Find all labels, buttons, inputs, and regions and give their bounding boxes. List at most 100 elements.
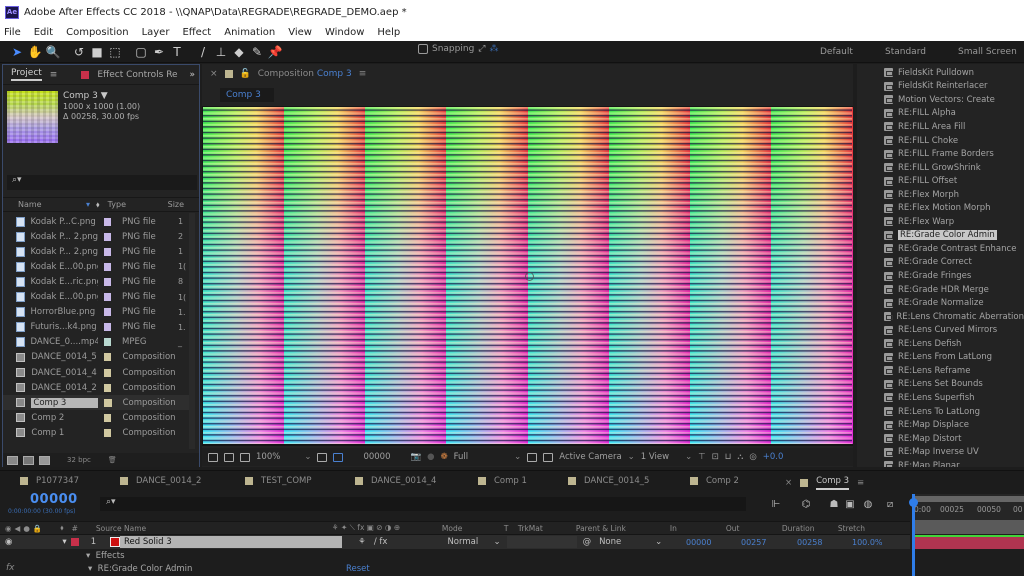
menu-effect[interactable]: Effect — [182, 27, 211, 38]
label-color-swatch[interactable] — [104, 353, 112, 362]
anchor-point-icon[interactable] — [525, 272, 534, 281]
workspace-small-screen[interactable]: Small Screen — [958, 47, 1017, 57]
effect-preset-item[interactable]: RE:Grade Color Admin — [857, 229, 1024, 243]
effect-preset-item[interactable]: FieldsKit Reinterlacer — [857, 80, 1024, 94]
tab-dance-0014-4[interactable]: DANCE_0014_4 — [355, 476, 436, 486]
tab-effect-controls[interactable]: Effect Controls Re — [97, 70, 177, 80]
label-color-swatch[interactable] — [104, 428, 112, 437]
panel-menu-icon[interactable]: ≡ — [50, 70, 58, 80]
effect-preset-item[interactable]: RE:Grade Contrast Enhance — [857, 242, 1024, 256]
project-item[interactable]: Kodak P... 2.png PNG file 1 — [3, 244, 191, 259]
resolution-dropdown-icon[interactable]: ⌄ — [514, 452, 521, 462]
bit-depth[interactable]: 32 bpc — [67, 456, 91, 464]
label-color-swatch[interactable] — [104, 398, 112, 407]
effect-preset-item[interactable]: RE:Map Displace — [857, 418, 1024, 432]
draft-3d-icon[interactable]: ⌬ — [800, 499, 812, 510]
effect-preset-item[interactable]: RE:Grade Fringes — [857, 269, 1024, 283]
channel-icon[interactable]: ❁ — [441, 452, 448, 462]
effect-preset-item[interactable]: RE:Lens From LatLong — [857, 351, 1024, 365]
grid-guides-icon[interactable] — [317, 452, 328, 462]
puppet-pin-tool-icon[interactable]: 📌 — [266, 43, 284, 61]
lock-switch-icon[interactable]: 🔒 — [33, 524, 42, 533]
rectangle-tool-icon[interactable]: ▢ — [132, 43, 150, 61]
selection-tool-icon[interactable]: ➤ — [8, 43, 26, 61]
label-color-swatch[interactable] — [103, 293, 112, 301]
label-color-swatch[interactable] — [103, 232, 112, 241]
selected-item-name[interactable]: Comp 3 ▼ — [63, 91, 108, 101]
roto-brush-tool-icon[interactable]: ✎ — [248, 43, 266, 61]
effect-preset-item[interactable]: RE:Flex Warp — [857, 215, 1024, 229]
layer-in-point[interactable]: 00000 — [686, 538, 711, 547]
tab-dance-0014-5[interactable]: DANCE_0014_5 — [568, 476, 649, 486]
effect-preset-item[interactable]: RE:Lens Set Bounds — [857, 378, 1024, 392]
layer-mode-select[interactable]: Normal — [447, 537, 493, 547]
tab-comp-2[interactable]: Comp 2 — [690, 476, 739, 486]
effect-preset-item[interactable]: RE:Grade Normalize — [857, 296, 1024, 310]
interpret-footage-icon[interactable] — [7, 455, 18, 465]
trash-icon[interactable]: 🗑 — [108, 456, 117, 464]
trkmat-box[interactable] — [506, 536, 577, 548]
camera-select[interactable]: Active Camera — [559, 452, 621, 462]
comp-breadcrumb[interactable]: Comp 3 — [220, 88, 274, 102]
layer-out-point[interactable]: 00257 — [741, 538, 766, 547]
effect-preset-item[interactable]: RE:Lens Chromatic Aberration — [857, 310, 1024, 324]
expand-icon[interactable]: ▾ — [88, 564, 98, 574]
timeline-timecode[interactable]: 00000 — [30, 492, 78, 507]
pen-tool-icon[interactable]: ✒ — [150, 43, 168, 61]
label-color-swatch[interactable] — [103, 247, 112, 256]
layer-duration[interactable]: 00258 — [797, 538, 822, 547]
column-trkmat[interactable]: TrkMat — [518, 524, 576, 533]
layer-visibility-icon[interactable]: ◉ — [5, 537, 12, 547]
project-item[interactable]: DANCE_0014_4 Composition — [3, 365, 191, 380]
layer-label-color[interactable] — [70, 538, 79, 546]
toggle-pixel-aspect-icon[interactable]: ⊤ — [698, 452, 705, 462]
project-item[interactable]: Comp 3 Composition — [3, 395, 191, 411]
project-item[interactable]: Kodak E...ric.png PNG file 8 — [3, 274, 191, 289]
expand-icon[interactable]: ▾ — [86, 551, 96, 561]
reset-link[interactable]: Reset — [346, 564, 370, 574]
effect-preset-item[interactable]: RE:Map Distort — [857, 432, 1024, 446]
region-of-interest-icon[interactable] — [527, 452, 538, 462]
project-item[interactable]: DANCE_0014_5 Composition — [3, 350, 191, 365]
column-out[interactable]: Out — [726, 524, 782, 533]
video-switch-icon[interactable]: ◉ — [5, 524, 12, 533]
graph-editor-icon[interactable]: ⧄ — [884, 499, 896, 510]
layer-stretch[interactable]: 100.0% — [852, 538, 883, 547]
workspace-default[interactable]: Default — [820, 47, 853, 57]
column-parent[interactable]: Parent & Link — [576, 524, 670, 533]
hand-tool-icon[interactable]: ✋ — [26, 43, 44, 61]
snap-feature-icon[interactable]: ⤢ — [478, 44, 485, 54]
menu-composition[interactable]: Composition — [66, 27, 128, 38]
sort-icon[interactable]: ▾ — [86, 200, 90, 209]
timeline-icon[interactable]: ⊔ — [725, 452, 732, 462]
column-t[interactable]: T — [504, 524, 518, 533]
menu-layer[interactable]: Layer — [142, 27, 170, 38]
clone-stamp-tool-icon[interactable]: ⊥ — [212, 43, 230, 61]
tab-test-comp[interactable]: TEST_COMP — [245, 476, 312, 486]
tab-p1077347[interactable]: P1077347 — [20, 476, 79, 486]
rotate-tool-icon[interactable]: ↺ — [70, 43, 88, 61]
project-search-input[interactable]: ⌕▾ — [7, 175, 197, 190]
menu-window[interactable]: Window — [325, 27, 364, 38]
exposure-value[interactable]: +0.0 — [763, 452, 784, 462]
exposure-icon[interactable]: ◎ — [749, 452, 756, 462]
label-color-swatch[interactable] — [104, 383, 112, 392]
snap-grid-icon[interactable]: ⁂ — [489, 44, 498, 54]
effect-preset-item[interactable]: RE:FILL Alpha — [857, 107, 1024, 121]
label-color-swatch[interactable] — [103, 262, 112, 271]
view-layout-select[interactable]: 1 View — [641, 452, 669, 462]
project-item[interactable]: Comp 1 Composition — [3, 425, 191, 440]
effect-preset-item[interactable]: RE:FILL Offset — [857, 174, 1024, 188]
effect-preset-item[interactable]: RE:Map Planar — [857, 459, 1024, 467]
comp-flowchart-icon[interactable]: ⊩ — [770, 499, 782, 510]
project-item[interactable]: HorrorBlue.png PNG file 1. — [3, 305, 191, 320]
column-size[interactable]: Size — [168, 200, 184, 209]
label-color-swatch[interactable] — [103, 277, 112, 286]
label-color-swatch[interactable] — [104, 413, 112, 422]
effect-preset-item[interactable]: RE:Lens Defish — [857, 337, 1024, 351]
lock-icon[interactable]: 🔓 — [240, 69, 251, 79]
project-item[interactable]: Kodak E...00.png PNG file 1( — [3, 290, 191, 305]
solo-switch-icon[interactable]: ● — [23, 524, 30, 533]
workspace-standard[interactable]: Standard — [885, 47, 926, 57]
parent-select[interactable]: None — [599, 537, 655, 547]
